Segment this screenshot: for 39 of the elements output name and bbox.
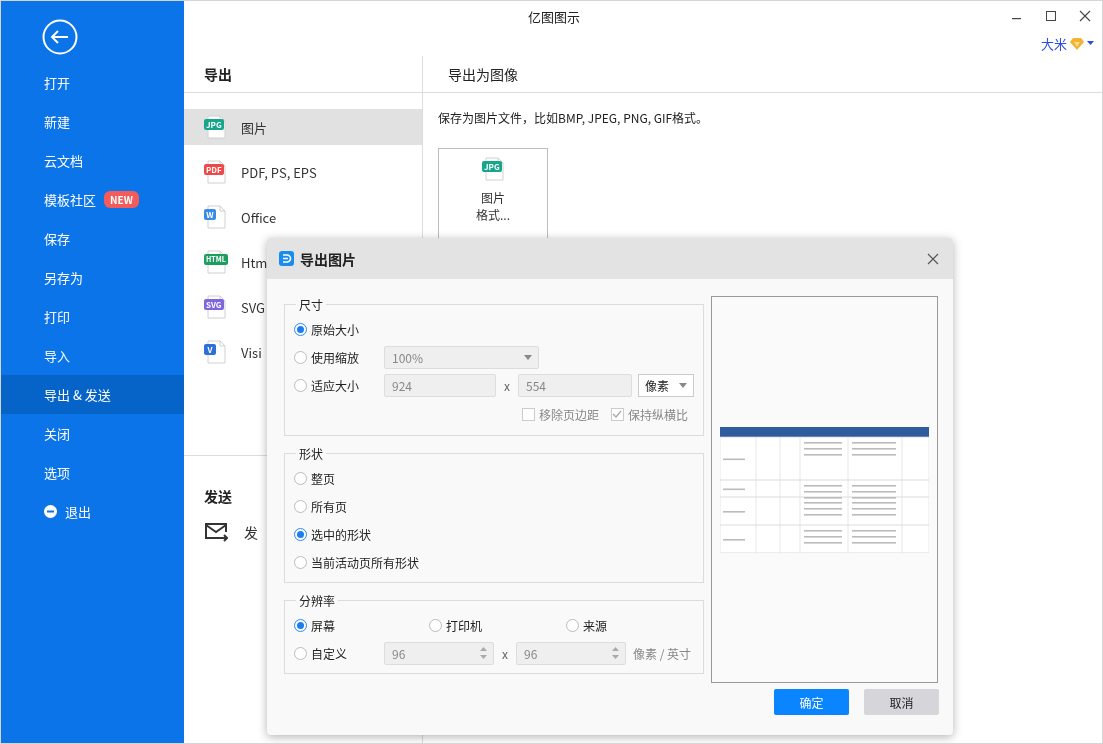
menu-label: 新建 — [44, 112, 70, 131]
menu-label: 打印 — [44, 307, 70, 326]
menu-label: 保存 — [44, 229, 70, 248]
group-title: 尺寸 — [298, 296, 324, 313]
export-label: Office — [241, 207, 277, 227]
pane-title: 导出为图像 — [423, 56, 1102, 93]
export-label: Visi — [241, 342, 262, 362]
menu-label: 模板社区 — [44, 190, 96, 209]
menu-label: 关闭 — [44, 424, 70, 443]
times-sign: x — [501, 644, 509, 662]
menu-label: 导出 & 发送 — [44, 385, 111, 404]
new-badge: NEW — [104, 191, 139, 208]
send-label: 发 — [244, 522, 258, 542]
file-type-badge: V — [204, 344, 216, 355]
dialog-title: 导出图片 — [300, 248, 357, 269]
file-type-badge: W — [204, 209, 216, 220]
file-type-badge: JPG — [204, 119, 224, 130]
menu-label: 导入 — [44, 346, 70, 365]
export-label: PDF, PS, EPS — [241, 162, 317, 182]
file-type-badge: JPG — [482, 161, 502, 172]
menu-label: 云文档 — [44, 151, 83, 170]
section-title: 发送 — [204, 486, 232, 506]
unit-label: 像素 / 英寸 — [633, 644, 692, 662]
export-label: 图片 — [241, 117, 267, 137]
file-type-badge: PDF — [204, 164, 224, 175]
description-text: 保存为图片文件，比如BMP, JPEG, PNG, GIF格式。 — [437, 108, 710, 126]
export-label: Htm — [241, 252, 268, 272]
menu-label: 打开 — [44, 73, 70, 92]
section-title: 导出 — [184, 56, 422, 93]
times-sign: x — [503, 376, 511, 394]
menu-label: 选项 — [44, 463, 70, 482]
file-type-badge: SVG — [204, 299, 224, 310]
export-label: SVG — [241, 297, 266, 317]
card-label: 图片 格式... — [476, 189, 510, 223]
menu-label: 退出 — [65, 502, 91, 521]
menu-label: 另存为 — [44, 268, 83, 287]
window-title: 亿图图示 — [528, 6, 581, 26]
group-title: 分辨率 — [298, 592, 336, 609]
group-title: 形状 — [298, 445, 324, 462]
